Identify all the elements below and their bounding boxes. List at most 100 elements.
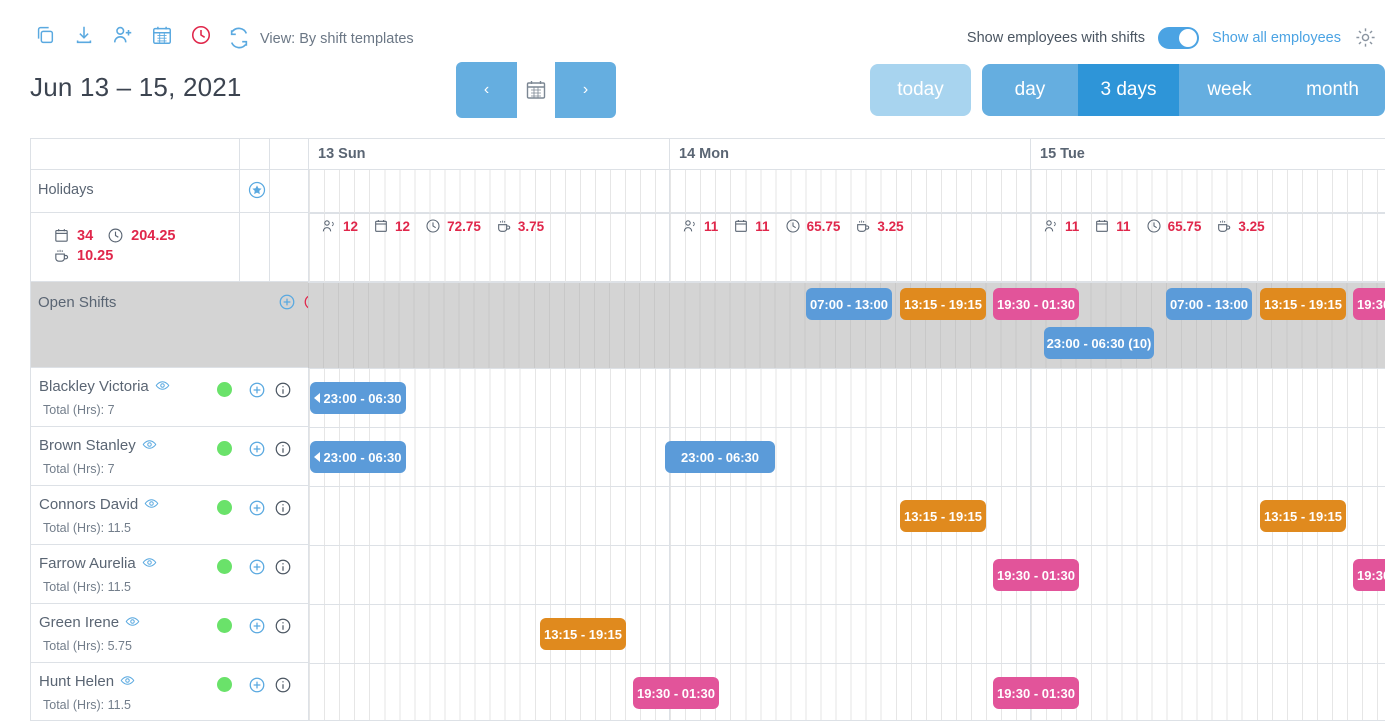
- date-navigation: ‹ ›: [456, 62, 616, 118]
- employee-status-dot: [217, 382, 232, 397]
- download-icon[interactable]: [73, 24, 95, 46]
- day-header-15-tue: 15 Tue: [1030, 139, 1385, 169]
- open-shift-chip[interactable]: 07:00 - 13:00: [1166, 288, 1252, 320]
- visibility-eye-icon[interactable]: [144, 496, 159, 511]
- employee-status-dot: [217, 559, 232, 574]
- totals-hours-value: 204.25: [131, 228, 175, 244]
- stat-value: 65.75: [1168, 219, 1202, 234]
- visibility-eye-icon[interactable]: [125, 614, 140, 629]
- shift-time-label: 07:00 - 13:00: [810, 297, 888, 312]
- schedule-app: View: By shift templates Show employees …: [0, 0, 1395, 721]
- open-shift-chip[interactable]: 19:30 - 01:30: [1353, 288, 1385, 320]
- employee-shift-chip[interactable]: 13:15 - 19:15: [1260, 500, 1346, 532]
- day-column-15-tue[interactable]: [1030, 170, 1385, 720]
- totals-hours: 204.25: [107, 227, 175, 244]
- clock-icon[interactable]: [190, 24, 212, 46]
- employee-info-icon[interactable]: [274, 617, 292, 635]
- calendar-picker-icon: [524, 78, 548, 102]
- employee-total-hours: Total (Hrs): 11.5: [43, 580, 131, 594]
- employee-name: Farrow Aurelia: [39, 555, 157, 572]
- toolbar-icon-group: [34, 24, 212, 46]
- shift-time-label: 23:00 - 06:30: [323, 450, 401, 465]
- gear-icon[interactable]: [1354, 26, 1377, 49]
- stat-people: 11: [1043, 218, 1079, 234]
- employee-shift-chip[interactable]: 23:00 - 06:30: [665, 441, 775, 473]
- visibility-eye-icon[interactable]: [142, 437, 157, 452]
- employee-shift-chip[interactable]: 19:30 - 01:30: [993, 677, 1079, 709]
- open-shift-chip[interactable]: 07:00 - 13:00: [806, 288, 892, 320]
- employee-row-header: Blackley VictoriaTotal (Hrs): 7: [31, 368, 308, 427]
- add-circle-icon[interactable]: [278, 293, 296, 311]
- totals-breaks: 10.25: [53, 247, 113, 264]
- next-period-button[interactable]: ›: [555, 62, 616, 118]
- add-shift-icon[interactable]: [248, 617, 266, 635]
- view-range-selector: today day 3 days week month: [870, 64, 1385, 116]
- stat-clock: 72.75: [425, 218, 481, 234]
- show-all-employees-toggle[interactable]: [1158, 27, 1199, 49]
- refresh-icon[interactable]: [228, 27, 250, 49]
- stat-value: 12: [343, 219, 358, 234]
- shift-time-label: 19:30 - 01:30: [997, 686, 1075, 701]
- employee-info-icon[interactable]: [274, 381, 292, 399]
- copy-schedule-icon[interactable]: [34, 24, 56, 46]
- row-divider: [308, 663, 1385, 664]
- today-button[interactable]: today: [870, 64, 971, 116]
- open-shift-chip[interactable]: 13:15 - 19:15: [900, 288, 986, 320]
- stat-clock: 65.75: [1146, 218, 1202, 234]
- open-shift-chip[interactable]: 19:30 - 01:30: [993, 288, 1079, 320]
- range-3days-button[interactable]: 3 days: [1078, 64, 1179, 116]
- row-divider: [308, 604, 1385, 605]
- employee-shift-chip[interactable]: 19:30 - 01:30: [633, 677, 719, 709]
- totals-shifts: 34: [53, 227, 93, 244]
- day-totals-3: 111165.753.25: [1043, 218, 1271, 234]
- employee-row-header: Hunt HelenTotal (Hrs): 11.5: [31, 663, 308, 721]
- employee-info-icon[interactable]: [274, 558, 292, 576]
- toolbar-right-group: Show employees with shifts Show all empl…: [967, 26, 1377, 49]
- add-shift-icon[interactable]: [248, 440, 266, 458]
- open-shift-chip[interactable]: 13:15 - 19:15: [1260, 288, 1346, 320]
- shift-time-label: 19:30 - 01:30: [1357, 297, 1385, 312]
- open-shifts-label: Open Shifts: [38, 294, 116, 311]
- open-shift-chip[interactable]: 23:00 - 06:30 (10): [1044, 327, 1154, 359]
- prev-period-button[interactable]: ‹: [456, 62, 517, 118]
- day-header-row: 13 Sun 14 Mon 15 Tue: [31, 139, 1385, 170]
- range-week-button[interactable]: week: [1179, 64, 1280, 116]
- add-employee-icon[interactable]: [112, 24, 134, 46]
- stat-calendar: 11: [733, 218, 769, 234]
- employee-shift-chip[interactable]: 13:15 - 19:15: [900, 500, 986, 532]
- view-mode-label[interactable]: View: By shift templates: [260, 31, 414, 47]
- employee-shift-chip[interactable]: 23:00 - 06:30: [310, 382, 406, 414]
- employee-status-dot: [217, 618, 232, 633]
- day-totals-2: 111165.753.25: [682, 218, 910, 234]
- employee-name: Green Irene: [39, 614, 140, 631]
- holiday-star-icon[interactable]: [247, 180, 267, 200]
- shift-time-label: 23:00 - 06:30 (10): [1047, 336, 1152, 351]
- employee-total-hours: Total (Hrs): 11.5: [43, 521, 131, 535]
- add-shift-icon[interactable]: [248, 499, 266, 517]
- stat-clock: 65.75: [785, 218, 841, 234]
- stat-value: 3.75: [518, 219, 544, 234]
- add-shift-icon[interactable]: [248, 381, 266, 399]
- employee-shift-chip[interactable]: 19:30 - 01:30: [993, 559, 1079, 591]
- totals-breaks-value: 10.25: [77, 248, 113, 264]
- day-header-14-mon: 14 Mon: [669, 139, 1030, 169]
- show-all-employees-label[interactable]: Show all employees: [1212, 30, 1341, 46]
- employee-info-icon[interactable]: [274, 499, 292, 517]
- stat-value: 11: [704, 219, 718, 234]
- shift-time-label: 19:30 - 01:30: [637, 686, 715, 701]
- range-day-button[interactable]: day: [982, 64, 1078, 116]
- calendar-icon[interactable]: [151, 24, 173, 46]
- employee-shift-chip[interactable]: 23:00 - 06:30: [310, 441, 406, 473]
- date-picker-button[interactable]: [517, 62, 555, 118]
- employee-info-icon[interactable]: [274, 676, 292, 694]
- stat-calendar: 11: [1094, 218, 1130, 234]
- employee-shift-chip[interactable]: 19:30 - 01:30: [1353, 559, 1385, 591]
- add-shift-icon[interactable]: [248, 676, 266, 694]
- employee-shift-chip[interactable]: 13:15 - 19:15: [540, 618, 626, 650]
- visibility-eye-icon[interactable]: [155, 378, 170, 393]
- add-shift-icon[interactable]: [248, 558, 266, 576]
- visibility-eye-icon[interactable]: [142, 555, 157, 570]
- employee-info-icon[interactable]: [274, 440, 292, 458]
- range-month-button[interactable]: month: [1280, 64, 1385, 116]
- visibility-eye-icon[interactable]: [120, 673, 135, 688]
